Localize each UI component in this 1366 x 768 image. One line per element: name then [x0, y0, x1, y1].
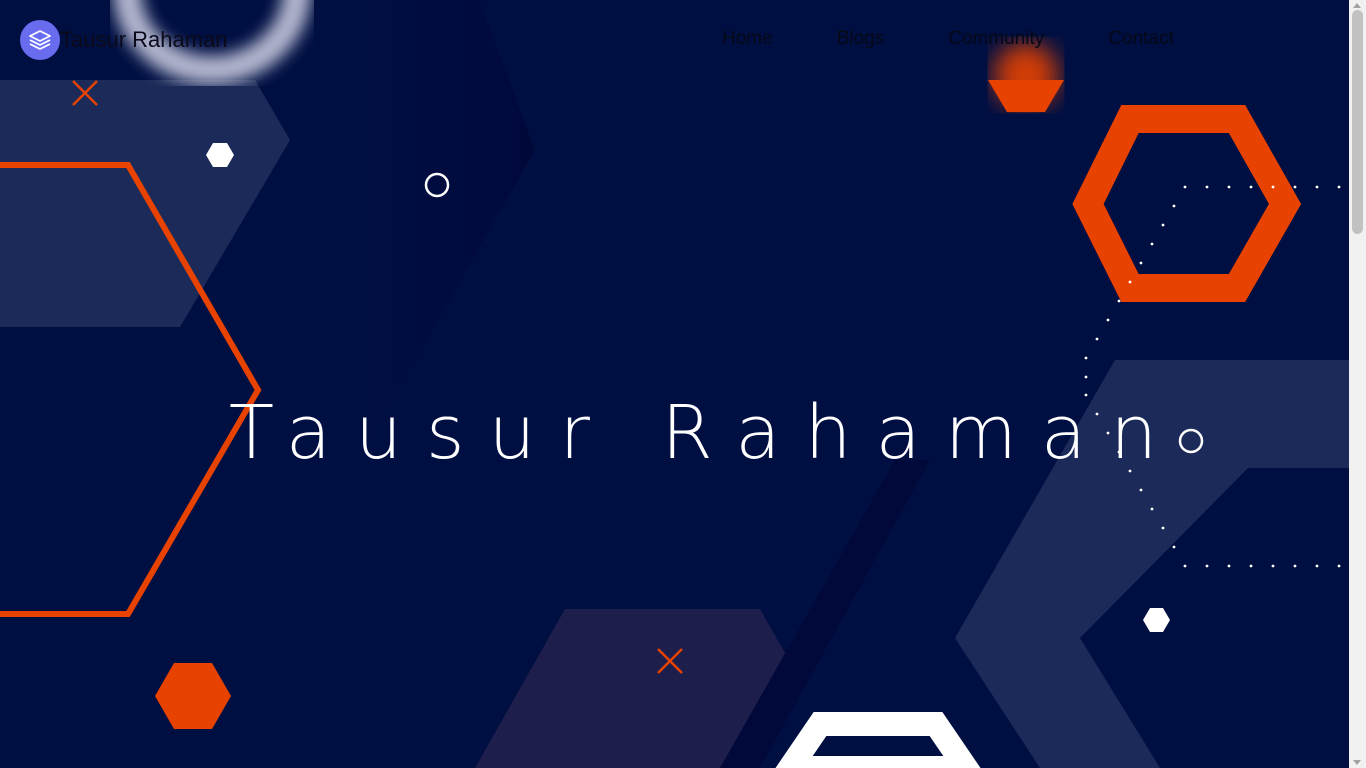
brand-link[interactable]: Tausur Rahaman: [20, 20, 228, 60]
nav-link-blogs[interactable]: Blogs: [837, 28, 885, 50]
orange-hexagon-outline-right: [1072, 105, 1302, 302]
layers-icon: [20, 20, 60, 60]
nav-link-community[interactable]: Community: [948, 28, 1044, 50]
orange-hexagon-bottom-left: [155, 663, 231, 729]
orange-hexagon-top: [988, 80, 1064, 112]
scrollbar-thumb[interactable]: [1352, 10, 1363, 234]
scroll-up-arrow-icon[interactable]: [1353, 3, 1361, 8]
scroll-down-arrow-icon[interactable]: [1353, 760, 1361, 765]
hero-background: [0, 0, 1349, 768]
nav-link-home[interactable]: Home: [722, 28, 773, 50]
nav-link-contact[interactable]: Contact: [1108, 28, 1173, 50]
nav-menu: Home Blogs Community Contact: [722, 28, 1238, 50]
navbar: Tausur Rahaman Home Blogs Community Cont…: [0, 0, 1349, 80]
brand-name: Tausur Rahaman: [60, 27, 228, 52]
vertical-scrollbar[interactable]: [1349, 0, 1366, 768]
hero-title: Tausur Rahaman: [228, 389, 1182, 476]
